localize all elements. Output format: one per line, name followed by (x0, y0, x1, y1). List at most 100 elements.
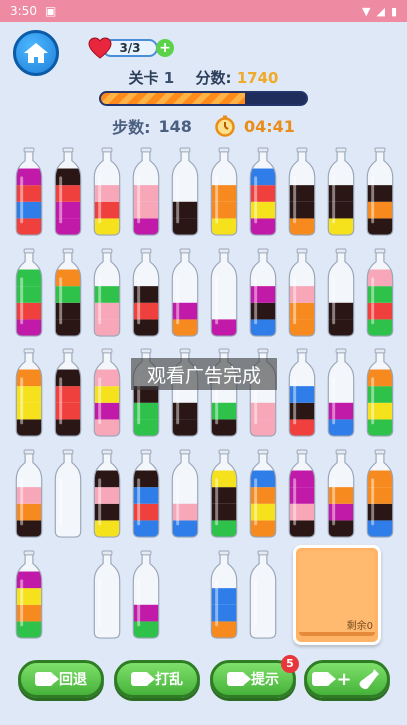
level-value: 1 (163, 69, 175, 87)
bottle[interactable] (53, 348, 83, 438)
undo-label: 回退 (59, 672, 87, 688)
liquid-layer (367, 201, 393, 219)
liquid-layer (367, 402, 393, 420)
add-bottle-button[interactable]: + (304, 660, 390, 698)
bottle[interactable] (287, 248, 317, 338)
bottle[interactable] (131, 248, 161, 338)
level-label: 关卡 (128, 69, 159, 87)
liquid-layer (289, 319, 315, 337)
bottle[interactable] (365, 147, 395, 237)
undo-button[interactable]: 回退 (18, 660, 104, 698)
bottle[interactable] (365, 449, 395, 539)
liquid-layer (16, 201, 42, 219)
bottle[interactable] (131, 449, 161, 539)
bottle[interactable] (287, 348, 317, 438)
cellular-icon: ◢ (376, 4, 385, 18)
bottle[interactable] (92, 248, 122, 338)
bottle[interactable] (92, 449, 122, 539)
bottle[interactable] (287, 147, 317, 237)
bottle[interactable] (92, 348, 122, 438)
liquid-layer (94, 302, 120, 320)
bottle[interactable] (53, 147, 83, 237)
ad-complete-toast: 观看广告完成 (131, 358, 277, 390)
bottle[interactable] (170, 248, 200, 338)
add-life-button[interactable]: + (156, 39, 174, 57)
liquid-layer (94, 386, 120, 403)
bottle[interactable] (365, 348, 395, 438)
liquid-layer (250, 319, 276, 337)
bottle[interactable] (92, 147, 122, 237)
liquid-layer (55, 302, 81, 320)
liquid-layer (211, 588, 237, 605)
bottle[interactable] (14, 550, 44, 640)
bottle[interactable] (92, 550, 122, 640)
video-ad-icon (131, 672, 155, 686)
liquid-layer (94, 503, 120, 521)
bottle-icon (359, 669, 379, 690)
liquid-layer (55, 369, 81, 387)
score-label: 分数: (195, 69, 232, 87)
liquid-layer (94, 218, 120, 236)
liquid-layer (328, 201, 354, 219)
bottle[interactable] (209, 147, 239, 237)
liquid-layer (94, 319, 120, 337)
liquid-layer (289, 218, 315, 236)
liquid-layer (172, 302, 198, 320)
bottle[interactable] (248, 550, 278, 640)
liquid-layer (133, 402, 159, 420)
liquid-layer (328, 520, 354, 538)
bottle[interactable] (53, 248, 83, 338)
liquid-layer (94, 185, 120, 202)
liquid-layer (367, 185, 393, 202)
shuffle-button[interactable]: 打乱 (114, 660, 200, 698)
bottle[interactable] (287, 449, 317, 539)
liquid-layer (172, 218, 198, 236)
video-ad-icon (35, 672, 59, 686)
bottle[interactable] (209, 248, 239, 338)
bottle[interactable] (248, 449, 278, 539)
liquid-layer (55, 319, 81, 337)
liquid-layer (328, 185, 354, 202)
bottle[interactable] (14, 147, 44, 237)
bottle[interactable] (131, 147, 161, 237)
bottle[interactable] (248, 248, 278, 338)
liquid-layer (16, 604, 42, 622)
bottle[interactable] (170, 449, 200, 539)
liquid-layer (133, 470, 159, 488)
liquid-layer (367, 487, 393, 504)
liquid-layer (172, 402, 198, 420)
bottle[interactable] (365, 248, 395, 338)
bottle[interactable] (209, 550, 239, 640)
bottle[interactable] (14, 248, 44, 338)
liquid-layer (133, 503, 159, 521)
bottle[interactable] (248, 147, 278, 237)
liquid-layer (367, 218, 393, 236)
liquid-layer (16, 185, 42, 202)
bottle[interactable] (326, 449, 356, 539)
bottle[interactable] (14, 449, 44, 539)
liquid-layer (172, 503, 198, 521)
bottle[interactable] (53, 449, 83, 539)
clock: 3:50 (10, 4, 37, 18)
bottle[interactable] (209, 449, 239, 539)
bottle[interactable] (170, 147, 200, 237)
bottle[interactable] (326, 147, 356, 237)
liquid-layer (367, 286, 393, 303)
bottle[interactable] (326, 248, 356, 338)
remaining-card[interactable]: 剩余0 (293, 545, 381, 645)
timer-value: 04:41 (243, 116, 295, 136)
liquid-layer (172, 419, 198, 437)
liquid-layer (211, 621, 237, 639)
liquid-layer (211, 419, 237, 437)
liquid-layer (250, 185, 276, 202)
liquid-layer (250, 402, 276, 420)
liquid-layer (328, 503, 354, 521)
bottle[interactable] (14, 348, 44, 438)
liquid-layer (16, 419, 42, 437)
liquid-layer (16, 302, 42, 320)
liquid-layer (250, 419, 276, 437)
bottle[interactable] (326, 348, 356, 438)
liquid-layer (250, 520, 276, 538)
bottle[interactable] (131, 550, 161, 640)
level-score-row: 关卡 1 分数: 1740 (0, 67, 407, 88)
